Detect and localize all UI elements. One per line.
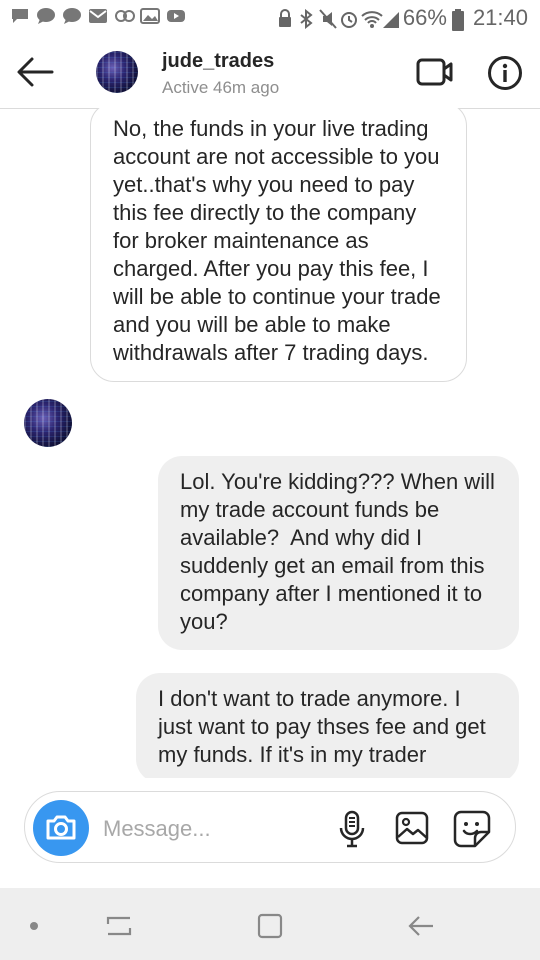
link-notification-icon: [114, 7, 135, 25]
youtube-notification-icon: [166, 7, 186, 25]
back-arrow-icon: [408, 916, 433, 936]
system-back-button[interactable]: [405, 912, 437, 940]
clock: 21:40: [472, 5, 528, 30]
message-thread[interactable]: No, the funds in your live trading accou…: [0, 108, 540, 778]
chat-header: jude_trades Active 46m ago: [0, 38, 540, 109]
gallery-button[interactable]: [395, 811, 429, 845]
mute-icon: [319, 9, 337, 29]
image-notification-icon: [140, 7, 160, 25]
lock-icon: [277, 9, 293, 27]
recent-apps-icon: [106, 916, 132, 936]
sender-avatar[interactable]: [24, 399, 72, 447]
recent-apps-button[interactable]: [104, 912, 134, 940]
info-button[interactable]: [487, 55, 523, 91]
arrow-left-icon: [17, 57, 54, 87]
system-navigation-bar: [0, 888, 540, 960]
messenger-notification-icon-2: [62, 7, 82, 25]
home-button[interactable]: [256, 912, 284, 940]
sticker-icon: [453, 810, 491, 848]
microphone-icon: [339, 810, 365, 848]
message-input[interactable]: [101, 810, 325, 848]
status-bar: 66% 21:40: [0, 0, 540, 38]
mail-notification-icon: [88, 7, 108, 25]
sticker-button[interactable]: [453, 810, 491, 848]
system-status: 66% 21:40: [277, 5, 528, 31]
bluetooth-icon: [298, 9, 314, 29]
message-composer: [24, 791, 516, 863]
camera-icon: [46, 815, 76, 840]
notification-icons: [10, 7, 186, 25]
wifi-icon: [361, 9, 383, 28]
video-call-button[interactable]: [416, 56, 454, 88]
image-icon: [395, 811, 429, 845]
back-button[interactable]: [14, 54, 56, 90]
incoming-message[interactable]: No, the funds in your live trading accou…: [90, 108, 467, 382]
avatar[interactable]: [96, 51, 138, 93]
messenger-notification-icon: [36, 7, 56, 25]
nav-indicator-dot: [30, 922, 38, 930]
info-icon: [488, 56, 522, 90]
battery-percent: 66%: [402, 5, 447, 30]
alarm-icon: [340, 9, 357, 28]
battery-icon: [451, 9, 468, 31]
camera-button[interactable]: [33, 800, 89, 856]
chat-notification-icon: [10, 7, 30, 25]
activity-status: Active 46m ago: [162, 78, 280, 97]
video-camera-icon: [416, 58, 453, 86]
outgoing-message[interactable]: Lol. You're kidding??? When will my trad…: [158, 456, 519, 650]
outgoing-message[interactable]: I don't want to trade anymore. I just wa…: [136, 673, 519, 778]
home-square-icon: [257, 913, 283, 939]
signal-icon: [382, 9, 399, 28]
username[interactable]: jude_trades: [162, 50, 274, 73]
microphone-button[interactable]: [337, 810, 367, 848]
